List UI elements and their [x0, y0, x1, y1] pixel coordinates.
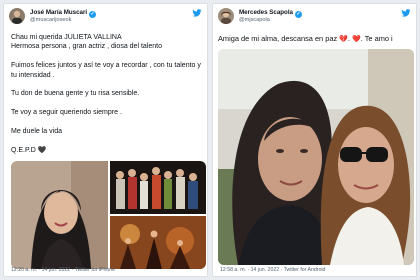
tweet-line: Fuimos felices juntos y así te voy a rec… [11, 62, 201, 79]
photo-selfie[interactable] [218, 49, 414, 265]
twitter-bird-icon[interactable] [401, 8, 411, 18]
verified-badge-icon: ✓ [89, 11, 97, 18]
tweet-card-scapola[interactable]: Mercedes Scapola ✓ @mjscapola Amiga de mi… [212, 3, 417, 277]
tweet-card-muscari[interactable]: José María Muscari ✓ @muscarijoseok Chau … [3, 3, 208, 277]
photo-stage-cast[interactable] [110, 161, 206, 214]
user-handle[interactable]: @mjscapola [239, 17, 270, 23]
tweet-timestamp[interactable]: 12:58 a. m. · 14 jun. 2022 · Twitter for… [220, 267, 325, 273]
verified-badge-icon: ✓ [295, 11, 302, 18]
tweet-line: Chau mi querida JULIETA VALLINA [11, 34, 122, 41]
photo-portrait[interactable] [11, 161, 108, 269]
avatar[interactable] [9, 8, 25, 24]
avatar[interactable] [218, 8, 234, 24]
twitter-bird-icon[interactable] [192, 8, 202, 18]
user-handle[interactable]: @muscarijoseok [30, 17, 71, 23]
tweet-text: Amiga de mi alma, descansa en paz 💔. ❤️.… [218, 34, 393, 43]
tweet-header: José María Muscari ✓ @muscarijoseok [9, 8, 202, 28]
tweet-header: Mercedes Scapola ✓ @mjscapola [218, 8, 411, 28]
tweet-timestamp[interactable]: 12:20 a. m. · 14 jun. 2022 · Twitter for… [11, 267, 115, 273]
media-grid [11, 161, 206, 269]
tweet-line: Te voy a seguir queriendo siempre . [11, 109, 122, 117]
tweet-line: Q.E.P.D 🖤 [11, 146, 47, 154]
tweet-line: Hermosa persona , gran actriz , diosa de… [11, 43, 162, 51]
tweet-text: Chau mi querida JULIETA VALLINA Hermosa … [11, 33, 207, 155]
broken-heart-icon: 💔 [339, 36, 348, 43]
photo-performance[interactable] [110, 216, 206, 269]
tweet-line: Tu don de buena gente y tu risa sensible… [11, 90, 140, 98]
tweet-line: Me duele la vida [11, 128, 62, 135]
red-heart-icon: ❤️ [352, 36, 361, 43]
